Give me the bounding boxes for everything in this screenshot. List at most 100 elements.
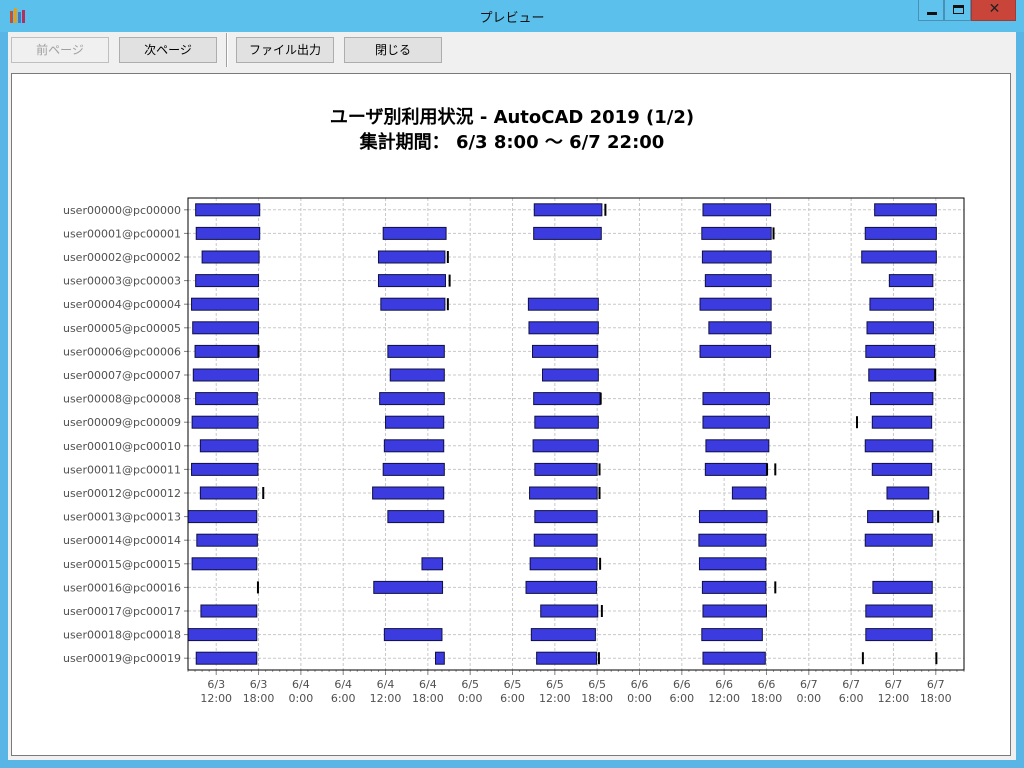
maximize-icon bbox=[953, 5, 964, 14]
usage-bar bbox=[864, 533, 933, 547]
usage-mark bbox=[600, 605, 603, 617]
file-export-button[interactable]: ファイル出力 bbox=[236, 37, 334, 63]
usage-bar bbox=[195, 392, 258, 406]
row-label: user00000@pc00000 bbox=[63, 204, 181, 217]
x-tick-date: 6/4 bbox=[334, 678, 352, 691]
usage-bar bbox=[861, 250, 937, 264]
x-tick-time: 6:00 bbox=[331, 692, 356, 705]
x-tick-date: 6/7 bbox=[842, 678, 860, 691]
usage-bar bbox=[698, 557, 767, 571]
usage-mark bbox=[598, 463, 601, 476]
usage-mark bbox=[604, 203, 607, 216]
usage-bar bbox=[702, 651, 766, 665]
usage-bar bbox=[191, 415, 259, 429]
row-label: user00008@pc00008 bbox=[63, 393, 181, 406]
x-tick-time: 18:00 bbox=[751, 692, 783, 705]
row-label: user00010@pc00010 bbox=[63, 440, 181, 453]
row-label: user00012@pc00012 bbox=[63, 487, 181, 500]
close-icon: ✕ bbox=[988, 1, 1001, 17]
minimize-button[interactable] bbox=[918, 0, 944, 21]
row-label: user00011@pc00011 bbox=[63, 463, 181, 476]
usage-bar bbox=[540, 604, 599, 618]
usage-bar bbox=[869, 297, 934, 311]
usage-bar bbox=[699, 344, 772, 358]
x-tick-time: 12:00 bbox=[708, 692, 740, 705]
usage-bar bbox=[536, 651, 598, 665]
preview-area[interactable]: ユーザ別利用状況 - AutoCAD 2019 (1/2) 集計期間： 6/3 … bbox=[8, 70, 1016, 760]
usage-bar bbox=[865, 628, 933, 642]
toolbar-separator bbox=[226, 33, 228, 67]
usage-bar bbox=[699, 297, 772, 311]
usage-bar bbox=[187, 628, 258, 642]
usage-mark bbox=[257, 345, 260, 358]
row-label: user00004@pc00004 bbox=[63, 298, 181, 311]
usage-bar bbox=[533, 203, 603, 217]
usage-bar bbox=[870, 392, 934, 406]
x-tick-date: 6/5 bbox=[546, 678, 564, 691]
close-window-button[interactable]: ✕ bbox=[971, 0, 1016, 21]
x-tick-time: 0:00 bbox=[796, 692, 821, 705]
usage-bar bbox=[867, 510, 934, 524]
next-page-button[interactable]: 次ページ bbox=[119, 37, 217, 63]
usage-bar bbox=[865, 344, 936, 358]
usage-bar bbox=[191, 297, 260, 311]
usage-bar bbox=[866, 321, 934, 335]
usage-bar bbox=[380, 297, 446, 311]
usage-bar bbox=[383, 439, 445, 453]
usage-mark bbox=[772, 227, 775, 240]
maximize-button[interactable] bbox=[944, 0, 971, 21]
row-label: user00019@pc00019 bbox=[63, 652, 181, 665]
usage-bar bbox=[702, 415, 770, 429]
row-label: user00016@pc00016 bbox=[63, 581, 181, 594]
x-tick-date: 6/4 bbox=[292, 678, 310, 691]
usage-mark bbox=[766, 463, 769, 476]
usage-bar bbox=[192, 321, 260, 335]
row-label: user00009@pc00009 bbox=[63, 416, 181, 429]
usage-bar bbox=[533, 226, 602, 240]
usage-mark bbox=[774, 581, 777, 594]
x-tick-time: 18:00 bbox=[412, 692, 444, 705]
row-label: user00005@pc00005 bbox=[63, 322, 181, 335]
usage-bar bbox=[377, 274, 446, 288]
x-tick-time: 6:00 bbox=[839, 692, 864, 705]
usage-mark bbox=[937, 510, 940, 523]
x-tick-date: 6/4 bbox=[377, 678, 395, 691]
x-tick-time: 12:00 bbox=[539, 692, 571, 705]
x-tick-date: 6/7 bbox=[800, 678, 818, 691]
usage-bar bbox=[701, 250, 772, 264]
x-tick-time: 6:00 bbox=[500, 692, 525, 705]
row-label: user00018@pc00018 bbox=[63, 629, 181, 642]
usage-bar bbox=[698, 533, 767, 547]
row-label: user00015@pc00015 bbox=[63, 558, 181, 571]
x-tick-date: 6/6 bbox=[758, 678, 776, 691]
x-tick-date: 6/5 bbox=[504, 678, 522, 691]
usage-bar bbox=[872, 580, 933, 594]
usage-bar bbox=[195, 203, 261, 217]
usage-bar bbox=[379, 392, 445, 406]
x-tick-date: 6/6 bbox=[673, 678, 691, 691]
usage-bar bbox=[196, 533, 258, 547]
row-label: user00003@pc00003 bbox=[63, 275, 181, 288]
usage-mark bbox=[448, 274, 451, 287]
usage-mark bbox=[856, 416, 859, 429]
usage-bar bbox=[527, 297, 599, 311]
x-tick-date: 6/6 bbox=[631, 678, 649, 691]
x-tick-date: 6/7 bbox=[885, 678, 903, 691]
usage-bar bbox=[533, 533, 598, 547]
toolbar: 前ページ 次ページ ファイル出力 閉じる bbox=[8, 32, 1016, 70]
usage-bar bbox=[871, 462, 933, 476]
usage-mark bbox=[597, 652, 600, 665]
x-tick-date: 6/3 bbox=[250, 678, 268, 691]
usage-bar bbox=[191, 462, 259, 476]
usage-bar bbox=[701, 628, 763, 642]
prev-page-button[interactable]: 前ページ bbox=[11, 37, 109, 63]
row-label: user00006@pc00006 bbox=[63, 345, 181, 358]
usage-bar bbox=[534, 462, 598, 476]
usage-bar bbox=[865, 604, 933, 618]
usage-bar bbox=[864, 226, 937, 240]
usage-bar bbox=[698, 510, 768, 524]
usage-mark bbox=[446, 298, 449, 311]
usage-bar bbox=[532, 439, 599, 453]
usage-bar bbox=[195, 274, 260, 288]
close-button[interactable]: 閉じる bbox=[344, 37, 442, 63]
